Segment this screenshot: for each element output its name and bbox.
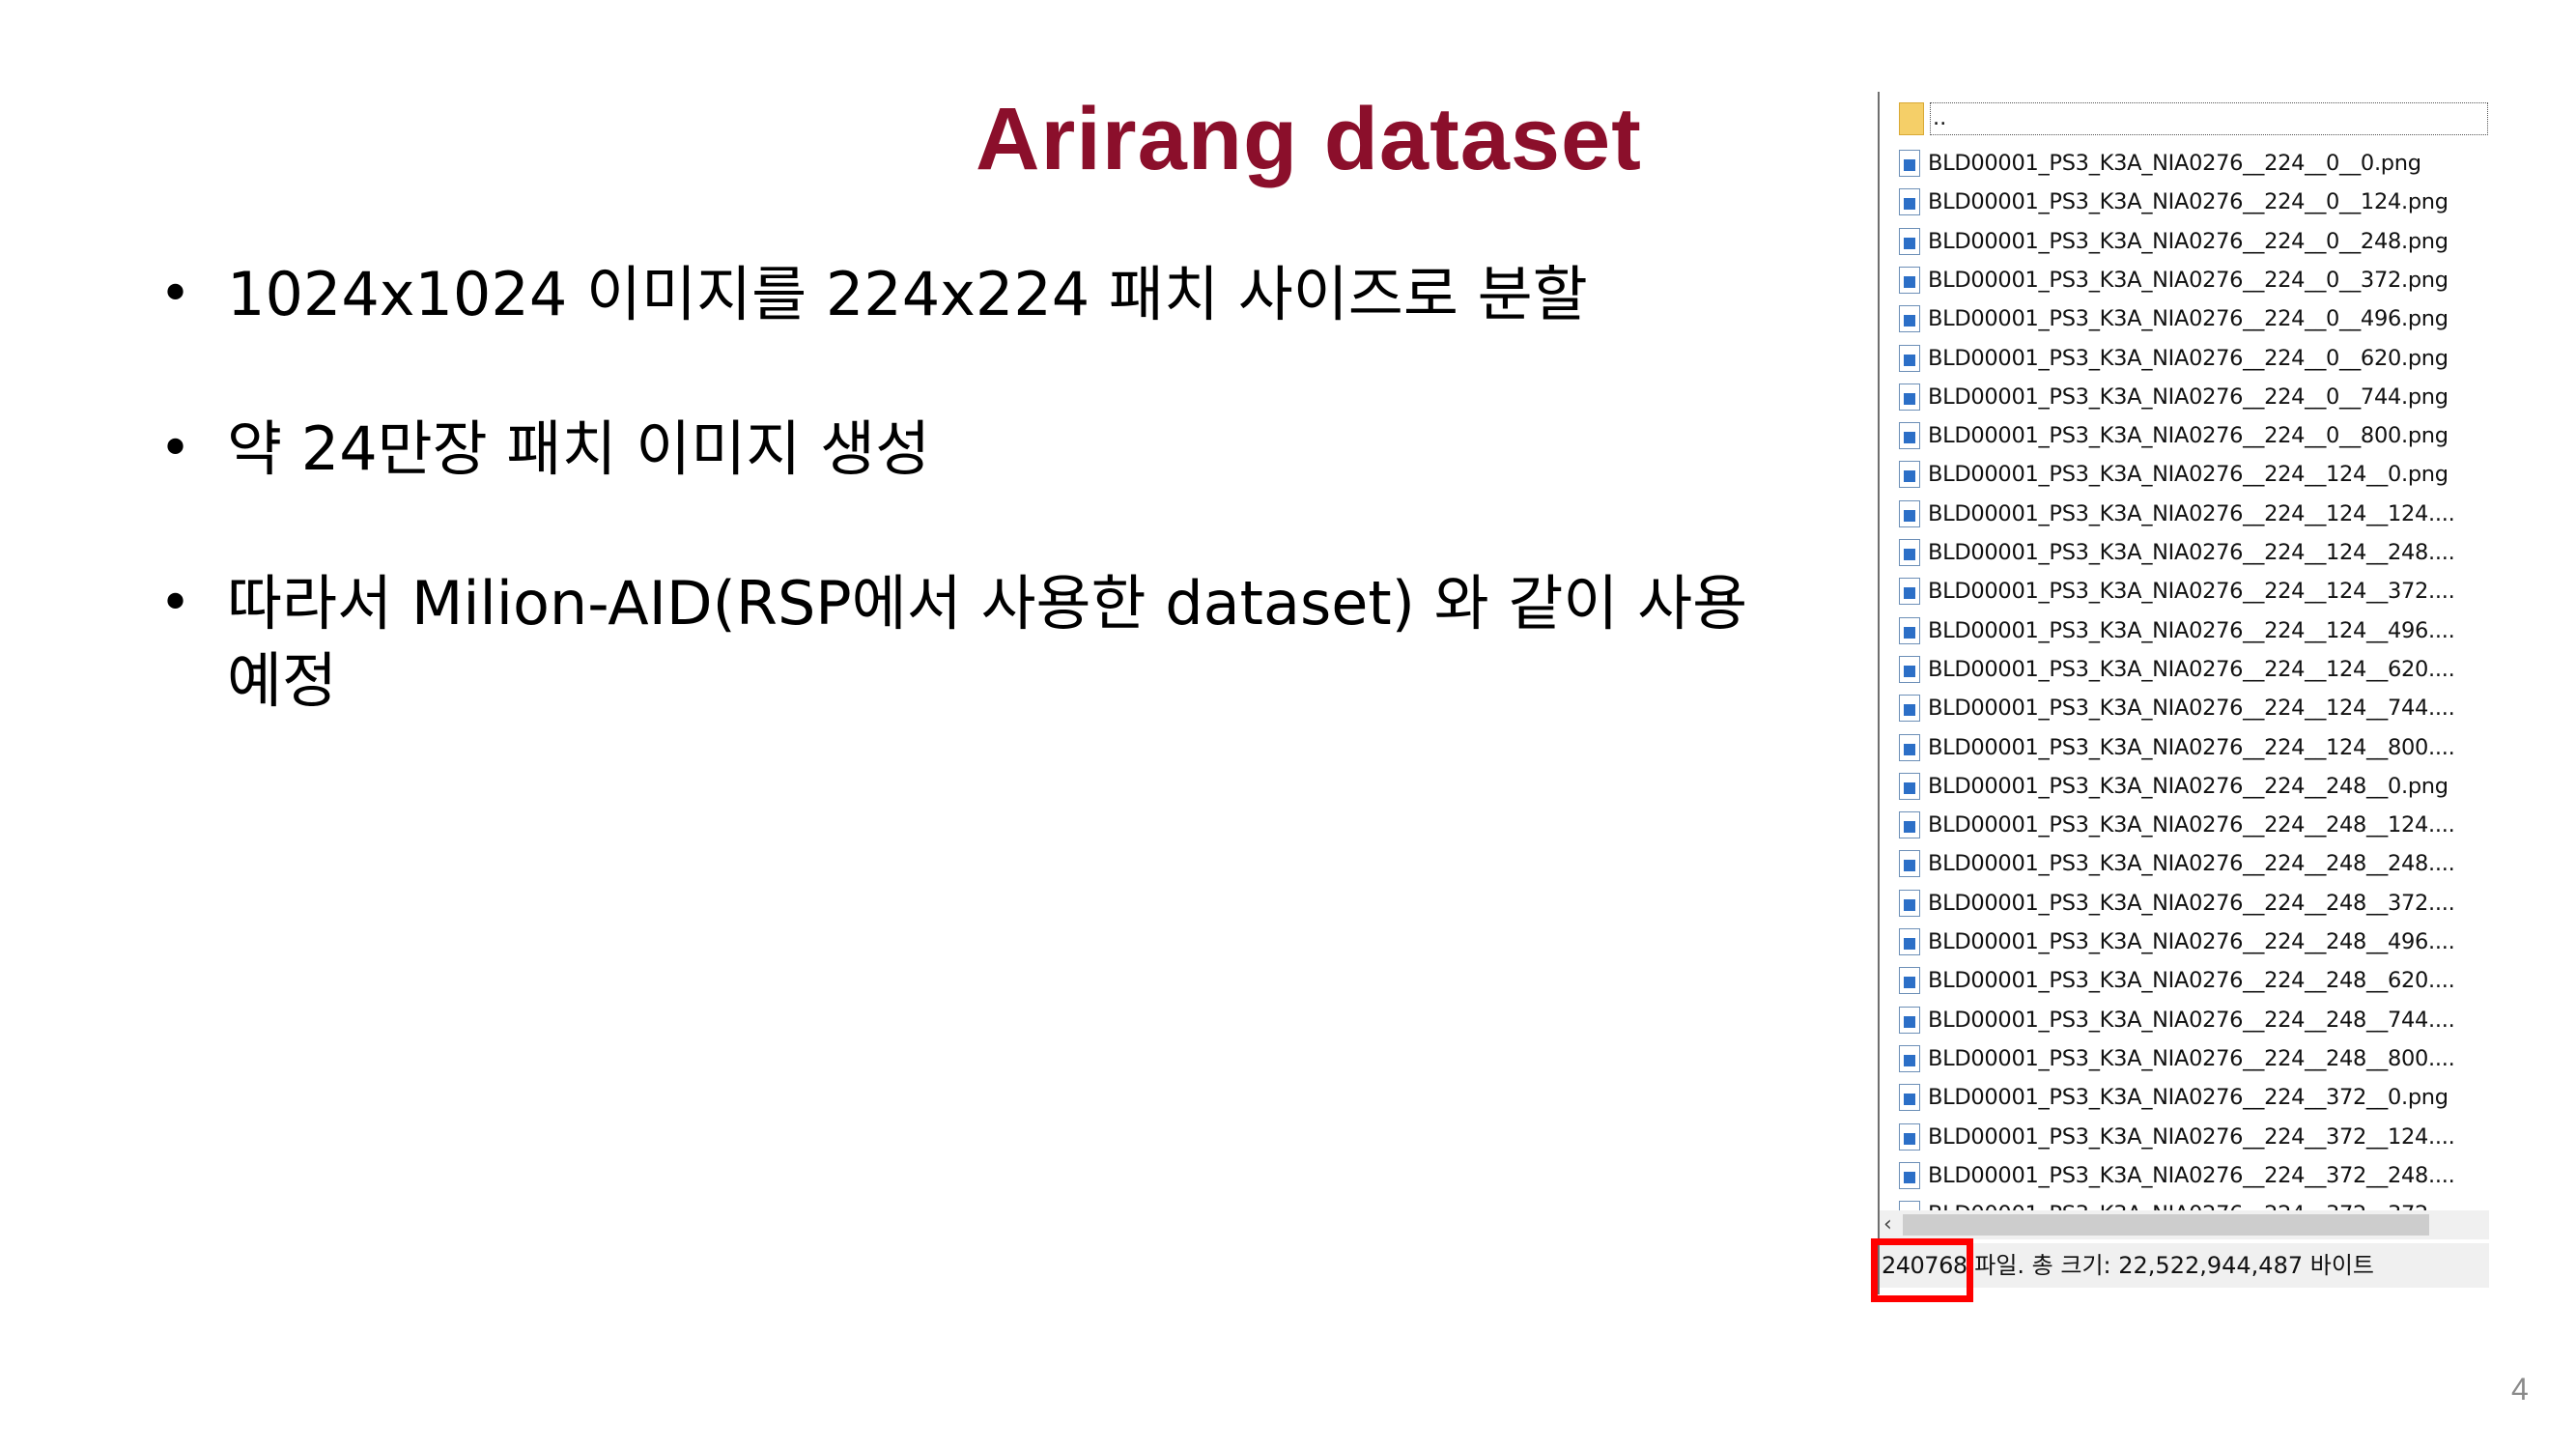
image-file-icon bbox=[1899, 305, 1920, 333]
file-row[interactable]: BLD00001_PS3_K3A_NIA0276__224__248__0.pn… bbox=[1899, 767, 2488, 806]
file-row[interactable]: BLD00001_PS3_K3A_NIA0276__224__248__248.… bbox=[1899, 844, 2488, 883]
image-file-icon bbox=[1899, 344, 1920, 372]
file-name: BLD00001_PS3_K3A_NIA0276__224__0__372.pn… bbox=[1928, 267, 2449, 293]
scroll-left-arrow-icon[interactable]: ‹ bbox=[1883, 1210, 1903, 1239]
image-file-icon bbox=[1899, 616, 1920, 644]
image-file-icon bbox=[1899, 1084, 1920, 1112]
file-name: BLD00001_PS3_K3A_NIA0276__224__248__496.… bbox=[1928, 929, 2455, 954]
image-file-icon bbox=[1899, 422, 1920, 450]
image-file-icon bbox=[1899, 889, 1920, 917]
image-file-icon bbox=[1899, 499, 1920, 527]
image-file-icon bbox=[1899, 461, 1920, 489]
file-name: BLD00001_PS3_K3A_NIA0276__224__0__800.pn… bbox=[1928, 423, 2449, 449]
image-file-icon bbox=[1899, 967, 1920, 995]
parent-folder-row[interactable]: .. bbox=[1899, 99, 2488, 138]
file-name: BLD00001_PS3_K3A_NIA0276__224__248__0.pn… bbox=[1928, 773, 2449, 799]
image-file-icon bbox=[1899, 1006, 1920, 1034]
file-name: BLD00001_PS3_K3A_NIA0276__224__0__744.pn… bbox=[1928, 384, 2449, 410]
image-file-icon bbox=[1899, 539, 1920, 566]
file-row[interactable]: BLD00001_PS3_K3A_NIA0276__224__0__124.pn… bbox=[1899, 183, 2488, 221]
file-row[interactable]: BLD00001_PS3_K3A_NIA0276__224__0__744.pn… bbox=[1899, 378, 2488, 416]
file-row[interactable]: BLD00001_PS3_K3A_NIA0276__224__248__496.… bbox=[1899, 923, 2488, 961]
file-row[interactable]: BLD00001_PS3_K3A_NIA0276__224__0__800.pn… bbox=[1899, 416, 2488, 455]
horizontal-scrollbar[interactable]: ‹ bbox=[1880, 1210, 2489, 1239]
file-row[interactable]: BLD00001_PS3_K3A_NIA0276__224__372__248.… bbox=[1899, 1156, 2488, 1195]
image-file-icon bbox=[1899, 578, 1920, 606]
bullet-item: 1024x1024 이미지를 224x224 패치 사이즈로 분할 bbox=[159, 256, 1801, 333]
file-row[interactable]: BLD00001_PS3_K3A_NIA0276__224__124__620.… bbox=[1899, 650, 2488, 689]
file-name: BLD00001_PS3_K3A_NIA0276__224__124__372.… bbox=[1928, 579, 2455, 605]
file-name: BLD00001_PS3_K3A_NIA0276__224__0__124.pn… bbox=[1928, 189, 2449, 215]
file-name: BLD00001_PS3_K3A_NIA0276__224__248__620.… bbox=[1928, 968, 2455, 994]
file-name: BLD00001_PS3_K3A_NIA0276__224__124__0.pn… bbox=[1928, 462, 2449, 488]
file-name: BLD00001_PS3_K3A_NIA0276__224__124__248.… bbox=[1928, 540, 2455, 565]
file-name: BLD00001_PS3_K3A_NIA0276__224__372__0.pn… bbox=[1928, 1085, 2449, 1111]
file-name: BLD00001_PS3_K3A_NIA0276__224__0__248.pn… bbox=[1928, 228, 2449, 254]
image-file-icon bbox=[1899, 266, 1920, 294]
file-name: BLD00001_PS3_K3A_NIA0276__224__248__248.… bbox=[1928, 851, 2455, 877]
file-row[interactable]: BLD00001_PS3_K3A_NIA0276__224__124__248.… bbox=[1899, 533, 2488, 572]
image-file-icon bbox=[1899, 772, 1920, 800]
scrollbar-thumb[interactable] bbox=[1903, 1214, 2429, 1236]
bullet-item: 약 24만장 패치 이미지 생성 bbox=[159, 411, 1801, 488]
file-name: BLD00001_PS3_K3A_NIA0276__224__248__744.… bbox=[1928, 1007, 2455, 1033]
image-file-icon bbox=[1899, 1161, 1920, 1189]
image-file-icon bbox=[1899, 655, 1920, 683]
file-row[interactable]: BLD00001_PS3_K3A_NIA0276__224__0__248.pn… bbox=[1899, 222, 2488, 261]
file-row[interactable]: BLD00001_PS3_K3A_NIA0276__224__372__0.pn… bbox=[1899, 1078, 2488, 1117]
file-row[interactable]: BLD00001_PS3_K3A_NIA0276__224__124__744.… bbox=[1899, 689, 2488, 727]
file-list[interactable]: .. BLD00001_PS3_K3A_NIA0276__224__0__0.p… bbox=[1880, 92, 2491, 1229]
file-row[interactable]: BLD00001_PS3_K3A_NIA0276__224__0__0.png bbox=[1899, 144, 2488, 183]
file-row[interactable]: BLD00001_PS3_K3A_NIA0276__224__248__744.… bbox=[1899, 1001, 2488, 1039]
image-file-icon bbox=[1899, 188, 1920, 216]
file-name: BLD00001_PS3_K3A_NIA0276__224__372__248.… bbox=[1928, 1162, 2455, 1188]
file-row[interactable]: BLD00001_PS3_K3A_NIA0276__224__0__372.pn… bbox=[1899, 261, 2488, 299]
image-file-icon bbox=[1899, 383, 1920, 411]
bullet-item: 따라서 Milion-AID(RSP에서 사용한 dataset) 와 같이 사… bbox=[159, 565, 1801, 720]
file-row[interactable]: BLD00001_PS3_K3A_NIA0276__224__248__372.… bbox=[1899, 884, 2488, 923]
file-row[interactable]: BLD00001_PS3_K3A_NIA0276__224__124__0.pn… bbox=[1899, 455, 2488, 494]
file-row[interactable]: BLD00001_PS3_K3A_NIA0276__224__372__124.… bbox=[1899, 1118, 2488, 1156]
image-file-icon bbox=[1899, 811, 1920, 839]
image-file-icon bbox=[1899, 733, 1920, 761]
file-row[interactable]: BLD00001_PS3_K3A_NIA0276__224__124__800.… bbox=[1899, 728, 2488, 767]
file-name: BLD00001_PS3_K3A_NIA0276__224__124__744.… bbox=[1928, 696, 2455, 722]
image-file-icon bbox=[1899, 150, 1920, 177]
status-text: 파일. 총 크기: 22,522,944,487 바이트 bbox=[1974, 1252, 2374, 1279]
file-row[interactable]: BLD00001_PS3_K3A_NIA0276__224__124__124.… bbox=[1899, 495, 2488, 533]
file-row[interactable]: BLD00001_PS3_K3A_NIA0276__224__248__124.… bbox=[1899, 806, 2488, 844]
image-file-icon bbox=[1899, 928, 1920, 955]
image-file-icon bbox=[1899, 695, 1920, 723]
file-row[interactable]: BLD00001_PS3_K3A_NIA0276__224__124__496.… bbox=[1899, 611, 2488, 650]
image-file-icon bbox=[1899, 850, 1920, 878]
file-name: BLD00001_PS3_K3A_NIA0276__224__124__496.… bbox=[1928, 617, 2455, 643]
file-row[interactable]: BLD00001_PS3_K3A_NIA0276__224__0__496.pn… bbox=[1899, 299, 2488, 338]
highlight-box bbox=[1871, 1238, 1973, 1302]
file-row[interactable]: BLD00001_PS3_K3A_NIA0276__224__0__620.pn… bbox=[1899, 339, 2488, 378]
file-name: BLD00001_PS3_K3A_NIA0276__224__124__800.… bbox=[1928, 734, 2455, 760]
file-name: BLD00001_PS3_K3A_NIA0276__224__248__372.… bbox=[1928, 890, 2455, 916]
slide-title: Arirang dataset bbox=[976, 90, 1642, 188]
file-name: BLD00001_PS3_K3A_NIA0276__224__0__496.pn… bbox=[1928, 306, 2449, 332]
file-row[interactable]: BLD00001_PS3_K3A_NIA0276__224__248__800.… bbox=[1899, 1039, 2488, 1078]
image-file-icon bbox=[1899, 227, 1920, 255]
bullet-list: 1024x1024 이미지를 224x224 패치 사이즈로 분할 약 24만장… bbox=[159, 256, 1801, 797]
image-file-icon bbox=[1899, 1122, 1920, 1151]
file-name: BLD00001_PS3_K3A_NIA0276__224__0__0.png bbox=[1928, 151, 2421, 176]
file-name: BLD00001_PS3_K3A_NIA0276__224__0__620.pn… bbox=[1928, 345, 2449, 371]
folder-icon bbox=[1899, 102, 1924, 135]
file-row[interactable]: BLD00001_PS3_K3A_NIA0276__224__248__620.… bbox=[1899, 961, 2488, 1000]
file-name: BLD00001_PS3_K3A_NIA0276__224__248__124.… bbox=[1928, 812, 2455, 838]
file-explorer-panel: .. BLD00001_PS3_K3A_NIA0276__224__0__0.p… bbox=[1878, 92, 2491, 1294]
file-name: BLD00001_PS3_K3A_NIA0276__224__248__800.… bbox=[1928, 1045, 2455, 1071]
file-name: BLD00001_PS3_K3A_NIA0276__224__124__124.… bbox=[1928, 500, 2455, 526]
file-name: BLD00001_PS3_K3A_NIA0276__224__372__124.… bbox=[1928, 1123, 2455, 1150]
file-row[interactable]: BLD00001_PS3_K3A_NIA0276__224__124__372.… bbox=[1899, 572, 2488, 611]
page-number: 4 bbox=[2511, 1372, 2529, 1406]
file-name: BLD00001_PS3_K3A_NIA0276__224__124__620.… bbox=[1928, 656, 2455, 682]
image-file-icon bbox=[1899, 1044, 1920, 1072]
parent-folder-label: .. bbox=[1930, 102, 2488, 135]
